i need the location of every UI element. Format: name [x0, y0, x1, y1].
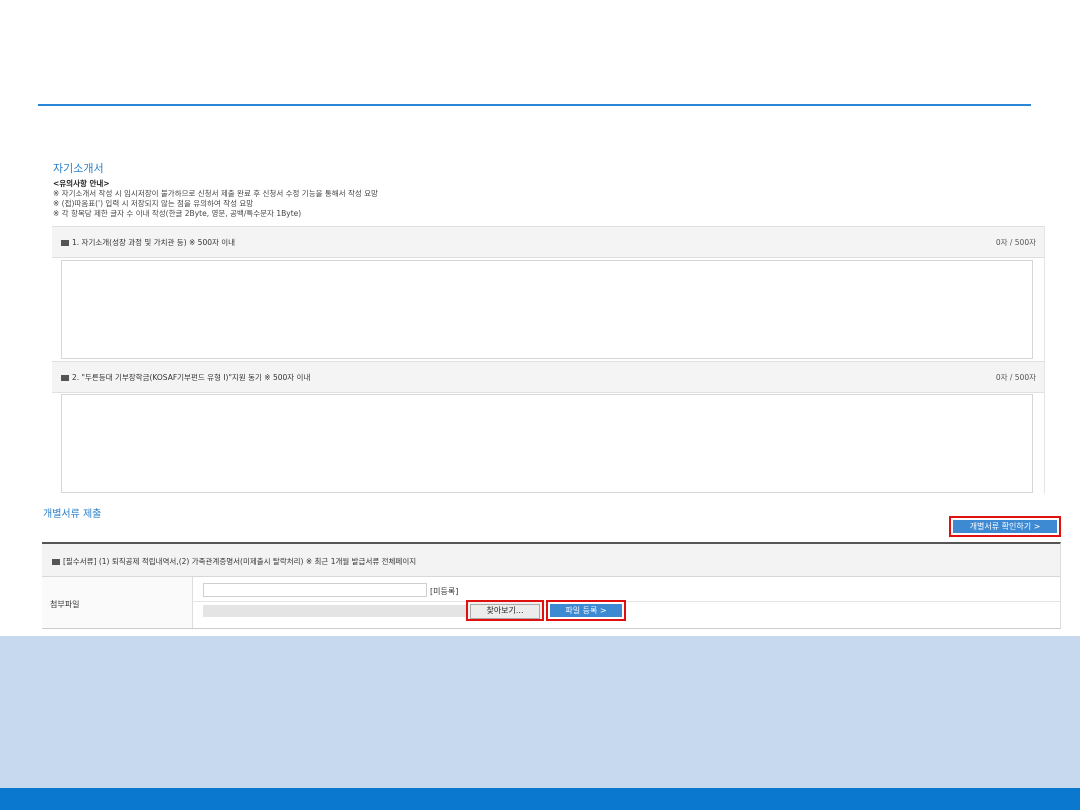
- attach-label: 첨부파일: [50, 600, 80, 609]
- question-header-2: 2. "두른등대 기부장학금(KOSAF기부펀드 유형 I)"지원 동기 ※ 5…: [52, 361, 1044, 393]
- file-register-button[interactable]: 파일 등록 >: [546, 600, 626, 621]
- browse-label: 찾아보기...: [470, 604, 540, 619]
- registration-status: [미등록]: [430, 587, 459, 596]
- notice-line: ※ 각 항목당 제한 글자 수 이내 작성(한글 2Byte, 영문, 공백/특…: [53, 209, 302, 218]
- row-divider: [192, 601, 1060, 602]
- browse-button[interactable]: 찾아보기...: [466, 600, 544, 621]
- square-bullet-icon: [61, 240, 69, 246]
- confirm-documents-button[interactable]: 개별서류 확인하기 >: [949, 516, 1061, 537]
- file-name-input[interactable]: [203, 583, 427, 597]
- notice-line: ※ 자기소개서 작성 시 임시저장이 불가하므로 신청서 제출 완료 후 신청서…: [53, 189, 378, 198]
- question-header-1: 1. 자기소개(성장 과정 및 가치관 등) ※ 500자 이내 0자 / 50…: [52, 226, 1044, 258]
- answer-textarea-2[interactable]: [61, 394, 1033, 493]
- essay-section: 1. 자기소개(성장 과정 및 가치관 등) ※ 500자 이내 0자 / 50…: [52, 226, 1045, 494]
- attach-label-cell: 첨부파일: [42, 577, 193, 628]
- header-divider: [38, 104, 1031, 106]
- required-docs-label: [필수서류] (1) 퇴직공제 적립내역서,(2) 가족관계증명서(미제출시 탈…: [63, 557, 417, 566]
- file-register-label: 파일 등록 >: [550, 604, 622, 617]
- notice-heading: <유의사항 안내>: [53, 179, 110, 188]
- answer-textarea-1[interactable]: [61, 260, 1033, 359]
- char-counter: 0자 / 500자: [995, 373, 1036, 382]
- footer-bar: [0, 788, 1080, 810]
- square-bullet-icon: [52, 559, 60, 565]
- section-title-documents: 개별서류 제출: [43, 509, 102, 520]
- question-label: 2. "두른등대 기부장학금(KOSAF기부펀드 유형 I)"지원 동기 ※ 5…: [72, 373, 311, 382]
- confirm-documents-label: 개별서류 확인하기 >: [953, 520, 1057, 533]
- section-title-self-intro: 자기소개서: [53, 162, 104, 175]
- required-docs-header: [필수서류] (1) 퇴직공제 적립내역서,(2) 가족관계증명서(미제출시 탈…: [42, 544, 1060, 577]
- square-bullet-icon: [61, 375, 69, 381]
- intro-section: 자기소개서 <유의사항 안내> ※ 자기소개서 작성 시 임시저장이 불가하므로…: [53, 160, 378, 219]
- notice-line: ※ (접)따옴표(') 입력 시 저장되지 않는 점을 유의하여 작성 요망: [53, 199, 254, 208]
- char-counter: 0자 / 500자: [995, 238, 1036, 247]
- file-path-field[interactable]: [203, 605, 470, 617]
- bottom-band: [0, 636, 1080, 788]
- question-label: 1. 자기소개(성장 과정 및 가치관 등) ※ 500자 이내: [72, 238, 236, 247]
